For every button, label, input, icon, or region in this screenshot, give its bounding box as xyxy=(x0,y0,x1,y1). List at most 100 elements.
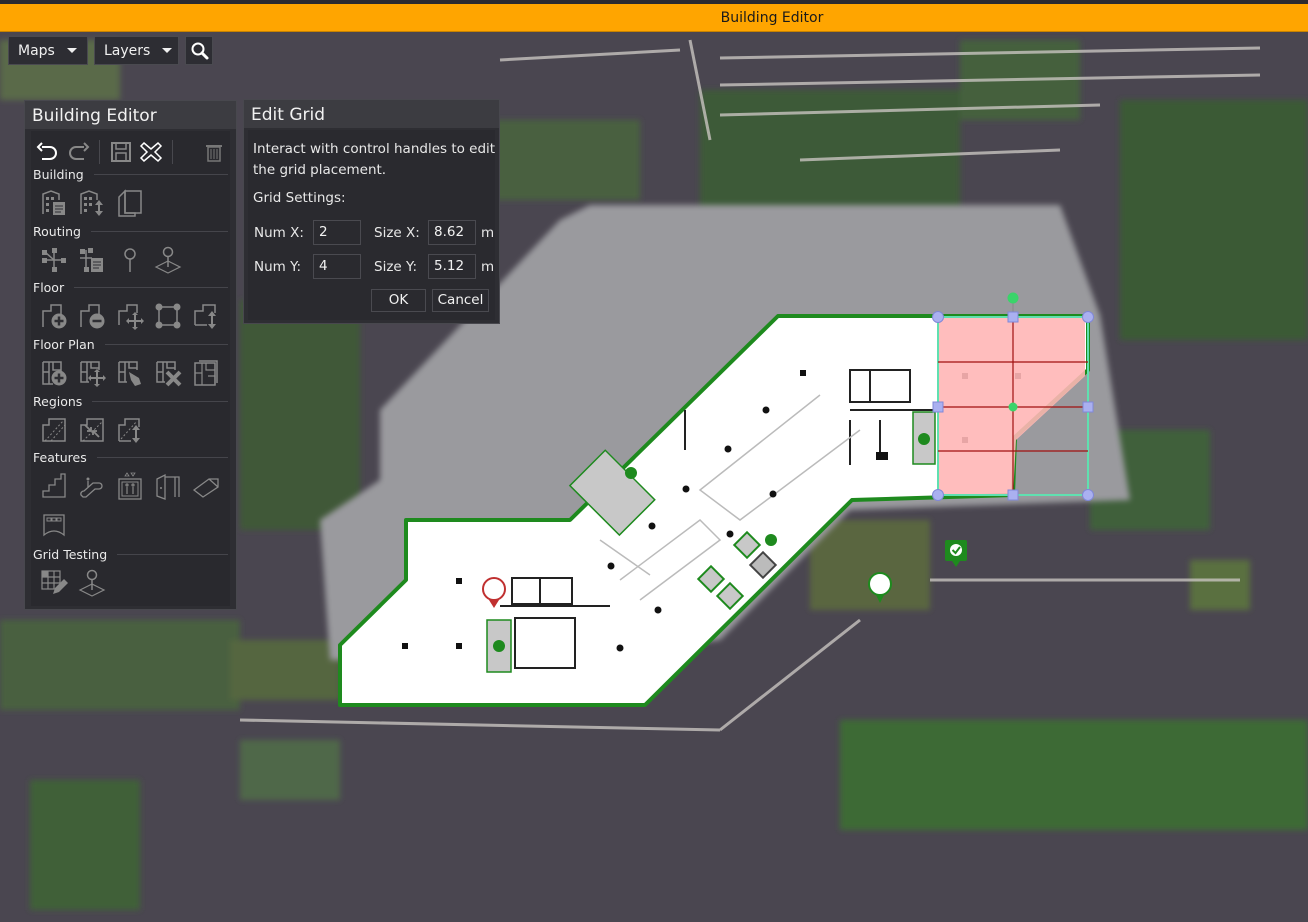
section-routing: Routing xyxy=(33,224,228,239)
floor-change-level-icon xyxy=(194,304,216,329)
ok-button[interactable]: OK xyxy=(371,289,426,312)
floor-add-icon xyxy=(42,304,67,329)
grid-pin-button[interactable] xyxy=(73,566,111,600)
stairs-marker-icon-east[interactable] xyxy=(918,433,930,445)
region-split-button[interactable] xyxy=(35,413,73,447)
routing-pin-icon xyxy=(124,248,136,272)
search-icon xyxy=(191,42,209,59)
routing-pin-floor-icon xyxy=(154,246,182,274)
building-properties-button[interactable] xyxy=(35,186,73,220)
maps-label: Maps xyxy=(18,42,55,59)
action-toolbar xyxy=(33,135,229,169)
ramp-button[interactable] xyxy=(187,469,225,503)
size-x-input[interactable]: 8.62 xyxy=(428,220,476,245)
floorplan-move-icon xyxy=(80,361,106,387)
search-button[interactable] xyxy=(185,36,213,65)
delete-button[interactable] xyxy=(199,135,229,169)
building-move-level-icon xyxy=(80,190,103,216)
floorplan-tools xyxy=(35,356,225,390)
elevator-icon xyxy=(118,472,142,500)
redo-button[interactable] xyxy=(63,135,93,169)
floor-move-icon xyxy=(118,304,144,330)
center-handle[interactable] xyxy=(1008,402,1018,412)
routing-properties-icon xyxy=(80,248,103,272)
save-button[interactable] xyxy=(106,135,136,169)
section-features: Features xyxy=(33,450,228,465)
size-x-unit: m xyxy=(481,225,495,241)
floor-remove-button[interactable] xyxy=(73,299,111,333)
stairs-icon xyxy=(42,473,66,498)
floor-add-button[interactable] xyxy=(35,299,73,333)
region-merge-button[interactable] xyxy=(73,413,111,447)
dialog-instructions: Interact with control handles to edit th… xyxy=(253,141,496,178)
kiosk-icon xyxy=(43,514,65,537)
num-y-input[interactable]: 4 xyxy=(313,254,361,279)
size-y-input[interactable]: 5.12 xyxy=(428,254,476,279)
routing-network-icon xyxy=(42,248,66,272)
section-label: Floor Plan xyxy=(33,337,95,352)
building-copy-button[interactable] xyxy=(111,186,149,220)
routing-network-button[interactable] xyxy=(35,243,73,277)
divider xyxy=(99,140,100,164)
layers-label: Layers xyxy=(104,42,151,59)
region-level-icon xyxy=(118,418,140,443)
elevator-button[interactable] xyxy=(111,469,149,503)
kiosk-button[interactable] xyxy=(35,507,73,541)
undo-button[interactable] xyxy=(33,135,63,169)
floorplan-add-button[interactable] xyxy=(35,356,73,390)
floor-remove-icon xyxy=(80,304,105,329)
floorplan-stack-button[interactable] xyxy=(187,356,225,390)
escalator-button[interactable] xyxy=(73,469,111,503)
stairs-marker-icon[interactable] xyxy=(625,467,637,479)
section-floor: Floor xyxy=(33,280,228,295)
building-tools xyxy=(35,186,149,220)
floorplan-add-icon xyxy=(42,361,67,386)
floor-move-button[interactable] xyxy=(111,299,149,333)
door-button[interactable] xyxy=(149,469,187,503)
maps-dropdown[interactable]: Maps xyxy=(8,36,88,65)
section-label: Routing xyxy=(33,224,81,239)
floorplan-delete-button[interactable] xyxy=(149,356,187,390)
rotate-handle[interactable] xyxy=(1007,292,1019,304)
ramp-icon xyxy=(192,478,219,498)
layers-dropdown[interactable]: Layers xyxy=(94,36,179,65)
region-split-icon xyxy=(42,418,66,442)
grid-settings-label: Grid Settings: xyxy=(253,190,346,206)
building-copy-icon xyxy=(118,189,142,217)
stairs-marker-icon-west[interactable] xyxy=(493,640,505,652)
routing-properties-button[interactable] xyxy=(73,243,111,277)
building-level-button[interactable] xyxy=(73,186,111,220)
region-level-button[interactable] xyxy=(111,413,149,447)
panel-title: Building Editor xyxy=(25,101,236,129)
section-label: Grid Testing xyxy=(33,547,108,562)
close-building-button[interactable] xyxy=(136,135,166,169)
redo-icon xyxy=(69,142,90,160)
door-icon xyxy=(156,473,180,500)
floor-vertices-button[interactable] xyxy=(149,299,187,333)
building-editor-panel: Building Editor Building Routing Floor F… xyxy=(24,100,237,610)
floorplan-move-button[interactable] xyxy=(73,356,111,390)
region-tools xyxy=(35,413,149,447)
region-merge-icon xyxy=(80,418,104,442)
window-title: Building Editor xyxy=(720,9,824,26)
floorplan-pin-button[interactable] xyxy=(111,356,149,390)
floorplan-stack-icon xyxy=(194,360,218,386)
grid-edit-button[interactable] xyxy=(35,566,73,600)
dialog-title: Edit Grid xyxy=(244,100,499,128)
num-y-label: Num Y: xyxy=(254,259,302,275)
num-x-input[interactable]: 2 xyxy=(313,220,361,245)
section-floor-plan: Floor Plan xyxy=(33,337,228,352)
close-x-icon xyxy=(139,141,163,163)
floor-change-level-button[interactable] xyxy=(187,299,225,333)
save-icon xyxy=(111,142,131,162)
routing-pin-floor-button[interactable] xyxy=(149,243,187,277)
section-building: Building xyxy=(33,167,228,182)
building-properties-icon xyxy=(42,190,65,215)
cancel-button[interactable]: Cancel xyxy=(432,289,489,312)
stairs-button[interactable] xyxy=(35,469,73,503)
section-label: Building xyxy=(33,167,84,182)
routing-pin-button[interactable] xyxy=(111,243,149,277)
size-x-label: Size X: xyxy=(374,225,420,241)
floor-vertices-icon xyxy=(155,303,181,329)
num-x-label: Num X: xyxy=(254,225,304,241)
